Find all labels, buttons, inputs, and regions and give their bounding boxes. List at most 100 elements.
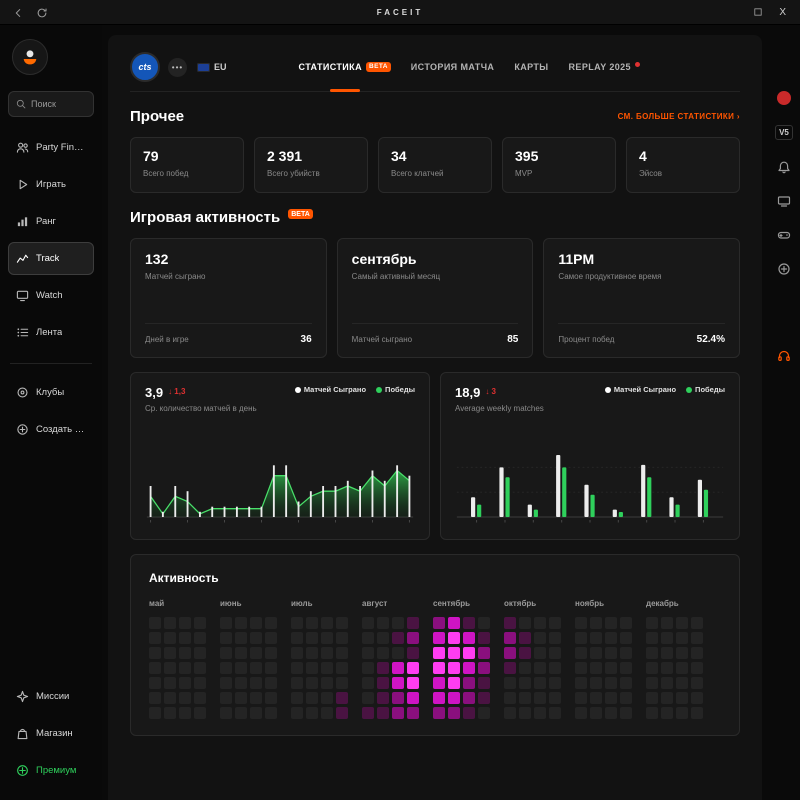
- heatmap-cell[interactable]: [265, 632, 277, 644]
- heatmap-cell[interactable]: [392, 677, 404, 689]
- heatmap-cell[interactable]: [179, 692, 191, 704]
- heatmap-cell[interactable]: [605, 692, 617, 704]
- heatmap-cell[interactable]: [194, 632, 206, 644]
- heatmap-cell[interactable]: [549, 647, 561, 659]
- heatmap-cell[interactable]: [336, 632, 348, 644]
- heatmap-cell[interactable]: [220, 647, 232, 659]
- heatmap-cell[interactable]: [691, 647, 703, 659]
- heatmap-cell[interactable]: [265, 647, 277, 659]
- heatmap-cell[interactable]: [691, 707, 703, 719]
- heatmap-cell[interactable]: [463, 677, 475, 689]
- heatmap-cell[interactable]: [194, 647, 206, 659]
- refresh-icon[interactable]: [36, 6, 48, 18]
- heatmap-cell[interactable]: [164, 647, 176, 659]
- heatmap-cell[interactable]: [407, 677, 419, 689]
- heatmap-cell[interactable]: [575, 677, 587, 689]
- heatmap-cell[interactable]: [291, 692, 303, 704]
- heatmap-cell[interactable]: [250, 677, 262, 689]
- heatmap-cell[interactable]: [220, 617, 232, 629]
- heatmap-cell[interactable]: [336, 647, 348, 659]
- heatmap-cell[interactable]: [676, 617, 688, 629]
- heatmap-cell[interactable]: [377, 707, 389, 719]
- heatmap-cell[interactable]: [321, 707, 333, 719]
- heatmap-cell[interactable]: [646, 677, 658, 689]
- plus-circle-icon[interactable]: [777, 262, 791, 276]
- heatmap-cell[interactable]: [549, 707, 561, 719]
- heatmap-cell[interactable]: [235, 617, 247, 629]
- heatmap-cell[interactable]: [504, 632, 516, 644]
- heatmap-cell[interactable]: [590, 692, 602, 704]
- heatmap-cell[interactable]: [534, 677, 546, 689]
- heatmap-cell[interactable]: [519, 632, 531, 644]
- heatmap-cell[interactable]: [646, 632, 658, 644]
- heatmap-cell[interactable]: [519, 692, 531, 704]
- heatmap-cell[interactable]: [149, 677, 161, 689]
- heatmap-cell[interactable]: [164, 692, 176, 704]
- heatmap-cell[interactable]: [661, 632, 673, 644]
- heatmap-cell[interactable]: [605, 662, 617, 674]
- heatmap-cell[interactable]: [620, 617, 632, 629]
- team-avatar[interactable]: cts: [130, 52, 160, 82]
- heatmap-cell[interactable]: [377, 677, 389, 689]
- bell-icon[interactable]: [777, 160, 791, 174]
- heatmap-cell[interactable]: [164, 632, 176, 644]
- heatmap-cell[interactable]: [362, 662, 374, 674]
- heatmap-cell[interactable]: [220, 692, 232, 704]
- heatmap-cell[interactable]: [194, 707, 206, 719]
- heatmap-cell[interactable]: [265, 662, 277, 674]
- heatmap-cell[interactable]: [194, 692, 206, 704]
- heatmap-cell[interactable]: [478, 677, 490, 689]
- heatmap-cell[interactable]: [149, 707, 161, 719]
- heatmap-cell[interactable]: [306, 677, 318, 689]
- heatmap-cell[interactable]: [407, 692, 419, 704]
- sidebar-item-watch[interactable]: Watch: [8, 279, 94, 312]
- heatmap-cell[interactable]: [306, 707, 318, 719]
- heatmap-cell[interactable]: [220, 707, 232, 719]
- heatmap-cell[interactable]: [149, 632, 161, 644]
- heatmap-cell[interactable]: [291, 662, 303, 674]
- heatmap-cell[interactable]: [661, 677, 673, 689]
- heatmap-cell[interactable]: [291, 617, 303, 629]
- heatmap-cell[interactable]: [291, 647, 303, 659]
- heatmap-cell[interactable]: [534, 632, 546, 644]
- gamepad-icon[interactable]: [777, 228, 791, 242]
- version-label[interactable]: V5: [775, 125, 793, 140]
- heatmap-cell[interactable]: [362, 647, 374, 659]
- heatmap-cell[interactable]: [164, 677, 176, 689]
- heatmap-cell[interactable]: [590, 617, 602, 629]
- heatmap-cell[interactable]: [620, 707, 632, 719]
- heatmap-cell[interactable]: [306, 617, 318, 629]
- heatmap-cell[interactable]: [265, 707, 277, 719]
- heatmap-cell[interactable]: [676, 632, 688, 644]
- heatmap-cell[interactable]: [661, 617, 673, 629]
- heatmap-cell[interactable]: [504, 617, 516, 629]
- heatmap-cell[interactable]: [321, 692, 333, 704]
- heatmap-cell[interactable]: [362, 707, 374, 719]
- heatmap-cell[interactable]: [549, 677, 561, 689]
- heatmap-cell[interactable]: [575, 662, 587, 674]
- heatmap-cell[interactable]: [149, 692, 161, 704]
- heatmap-cell[interactable]: [265, 692, 277, 704]
- heatmap-cell[interactable]: [433, 632, 445, 644]
- heatmap-cell[interactable]: [661, 692, 673, 704]
- heatmap-cell[interactable]: [504, 662, 516, 674]
- heatmap-cell[interactable]: [194, 677, 206, 689]
- heatmap-cell[interactable]: [407, 632, 419, 644]
- heatmap-cell[interactable]: [179, 707, 191, 719]
- heatmap-cell[interactable]: [164, 707, 176, 719]
- heatmap-cell[interactable]: [164, 662, 176, 674]
- heatmap-cell[interactable]: [646, 617, 658, 629]
- app-badge-icon[interactable]: [777, 91, 791, 105]
- heatmap-cell[interactable]: [448, 662, 460, 674]
- heatmap-cell[interactable]: [306, 647, 318, 659]
- heatmap-cell[interactable]: [362, 617, 374, 629]
- heatmap-cell[interactable]: [321, 617, 333, 629]
- heatmap-cell[interactable]: [463, 707, 475, 719]
- heatmap-cell[interactable]: [549, 632, 561, 644]
- heatmap-cell[interactable]: [362, 692, 374, 704]
- heatmap-cell[interactable]: [478, 662, 490, 674]
- heatmap-cell[interactable]: [179, 617, 191, 629]
- sidebar-item-missions[interactable]: Миссии: [8, 680, 94, 713]
- heatmap-cell[interactable]: [590, 677, 602, 689]
- heatmap-cell[interactable]: [590, 632, 602, 644]
